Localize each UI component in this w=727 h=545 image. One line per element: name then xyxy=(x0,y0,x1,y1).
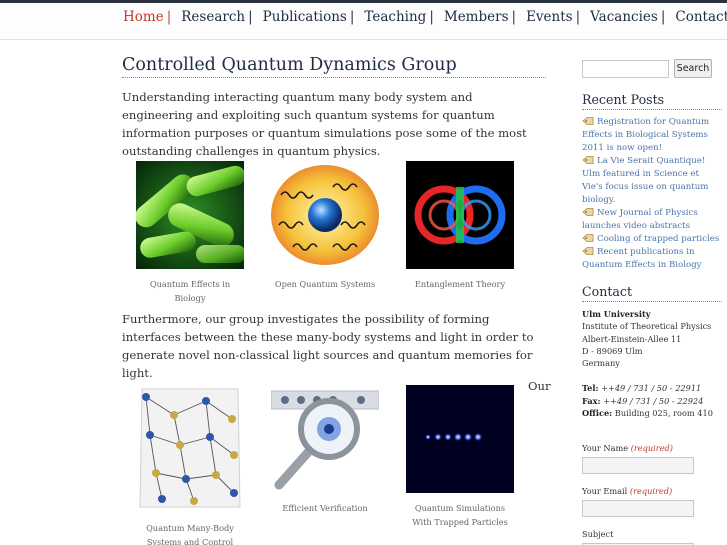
figure-biology[interactable]: Quantum Effects in Biology xyxy=(135,161,246,305)
sidebar: Search Recent Posts Registration for Qua… xyxy=(582,55,722,545)
figure-caption: Quantum Simulations With Trapped Particl… xyxy=(412,503,508,527)
figure-open-systems[interactable]: Open Quantum Systems xyxy=(271,161,379,291)
post-tag-icon xyxy=(582,234,594,242)
nav-separator: | xyxy=(166,9,172,25)
figure-verification[interactable]: Efficient Verification xyxy=(270,385,380,515)
figure-trapped-particles[interactable]: Quantum Simulations With Trapped Particl… xyxy=(406,385,514,529)
magnifier-image[interactable] xyxy=(270,385,380,493)
nav-separator: | xyxy=(575,9,581,25)
figure-caption: Open Quantum Systems xyxy=(274,279,376,289)
search-button[interactable]: Search xyxy=(674,59,712,78)
email-field[interactable] xyxy=(582,500,694,518)
recent-post-link[interactable]: New Journal of Physics launches video ab… xyxy=(582,207,722,233)
figure-caption: Entanglement Theory xyxy=(414,279,506,289)
post-title: Registration for Quantum Effects in Biol… xyxy=(582,117,710,153)
post-title: New Journal of Physics launches video ab… xyxy=(582,208,698,231)
figure-entanglement[interactable]: Entanglement Theory xyxy=(406,161,514,291)
subject-label: Subject xyxy=(582,529,614,540)
contact-phone: Tel: ++49 / 731 / 50 - 22911 Fax: ++49 /… xyxy=(582,382,722,419)
nav-publications[interactable]: Publications xyxy=(263,9,347,25)
contact-address: Ulm University Institute of Theoretical … xyxy=(582,308,722,369)
recent-post-link[interactable]: Registration for Quantum Effects in Biol… xyxy=(582,116,722,155)
page-title: Controlled Quantum Dynamics Group xyxy=(122,55,546,78)
fax-value: ++49 / 731 / 50 - 22924 xyxy=(603,395,704,406)
recent-post-link[interactable]: La Vie Serait Quantique! Ulm featured in… xyxy=(582,155,722,207)
nav-separator: | xyxy=(349,9,355,25)
contact-form: Your Name (required) Your Email (require… xyxy=(582,443,722,545)
contact-line1: Institute of Theoretical Physics xyxy=(582,321,712,332)
tel-label: Tel: xyxy=(582,383,599,394)
second-paragraph: Furthermore, our group investigates the … xyxy=(122,312,534,380)
bacteria-image[interactable] xyxy=(135,161,246,269)
office-value: Building 025, room 410 xyxy=(614,408,713,419)
post-tag-icon xyxy=(582,156,594,164)
post-title: La Vie Serait Quantique! Ulm featured in… xyxy=(582,156,709,205)
figure-caption: Quantum Effects in Biology xyxy=(149,279,231,303)
recent-posts-list: Registration for Quantum Effects in Biol… xyxy=(582,116,722,272)
nav-separator: | xyxy=(429,9,434,25)
name-label: Your Name (required) xyxy=(582,443,673,454)
recent-posts-heading: Recent Posts xyxy=(582,92,722,110)
fax-label: Fax: xyxy=(582,395,601,406)
contact-heading: Contact xyxy=(582,284,722,302)
nav-menu: Home | Research | Publications | Teaching | Memb… xyxy=(123,9,727,25)
nav-research[interactable]: Research xyxy=(181,9,245,25)
contact-org: Ulm University xyxy=(582,309,651,319)
main-navigation-bar: Home | Research | Publications | Teaching | Memb… xyxy=(0,3,727,40)
search-form: Search xyxy=(582,59,722,78)
post-title: Cooling of trapped particles xyxy=(597,234,720,244)
recent-post-link[interactable]: Recent publications in Quantum Effects i… xyxy=(582,246,722,272)
nav-home[interactable]: Home xyxy=(123,9,164,25)
contact-line3: D - 89069 Ulm xyxy=(582,345,643,356)
nav-separator: | xyxy=(248,9,253,25)
nav-contact[interactable]: Contact xyxy=(675,9,727,25)
post-tag-icon xyxy=(582,247,594,255)
office-label: Office: xyxy=(582,408,613,419)
main-content: Controlled Quantum Dynamics Group Unders… xyxy=(122,55,546,160)
entanglement-image[interactable] xyxy=(406,161,514,269)
search-input[interactable] xyxy=(582,59,669,78)
nav-vacancies[interactable]: Vacancies xyxy=(590,9,658,25)
nav-separator: | xyxy=(511,9,517,25)
figure-caption: Quantum Many-Body Systems and Control xyxy=(146,523,234,545)
trailing-text: Our xyxy=(528,379,551,393)
post-tag-icon xyxy=(582,117,594,125)
contact-line4: Germany xyxy=(582,358,620,369)
tel-value: ++49 / 731 / 50 - 22911 xyxy=(601,383,702,394)
post-title: Recent publications in Quantum Effects i… xyxy=(582,247,702,270)
figure-many-body[interactable]: Quantum Many-Body Systems and Control xyxy=(136,385,244,545)
intro-paragraph: Understanding interacting quantum many b… xyxy=(122,90,527,158)
recent-post-link[interactable]: Cooling of trapped particles xyxy=(582,233,722,246)
nav-teaching[interactable]: Teaching xyxy=(364,9,426,25)
contact-line2: Albert-Einstein-Allee 11 xyxy=(582,333,682,344)
nav-members[interactable]: Members xyxy=(444,9,509,25)
nav-separator: | xyxy=(660,9,666,25)
email-label: Your Email (required) xyxy=(582,486,673,497)
nav-events[interactable]: Events xyxy=(526,9,573,25)
post-tag-icon xyxy=(582,208,594,216)
name-field[interactable] xyxy=(582,457,694,475)
figure-caption: Efficient Verification xyxy=(282,503,368,513)
open-system-image[interactable] xyxy=(271,161,379,269)
lattice-image[interactable] xyxy=(136,385,244,513)
trapped-ions-image[interactable] xyxy=(406,385,514,493)
